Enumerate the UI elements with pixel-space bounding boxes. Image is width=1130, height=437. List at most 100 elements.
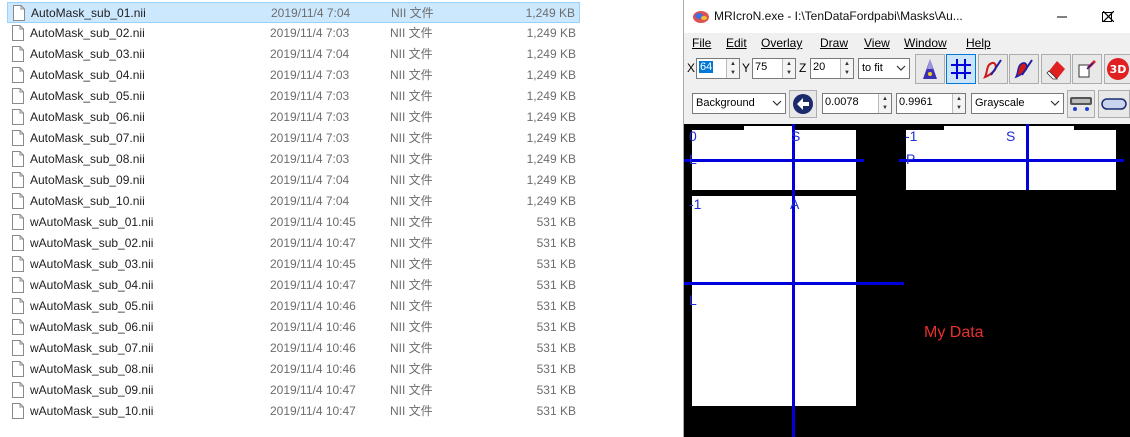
file-row[interactable]: AutoMask_sub_08.nii 2019/11/4 7:03 NII 文件 1… <box>7 149 580 170</box>
layer-select[interactable]: Background <box>692 93 786 114</box>
file-row[interactable]: wAutoMask_sub_06.nii 2019/11/4 10:46 NII 文… <box>7 317 580 338</box>
file-row[interactable]: wAutoMask_sub_03.nii 2019/11/4 10:45 NII 文… <box>7 254 580 275</box>
close-button[interactable] <box>1085 0 1130 33</box>
menu-view[interactable]: View <box>864 36 890 50</box>
menu-edit[interactable]: Edit <box>726 36 747 50</box>
min-intensity-input[interactable]: 0.0078 ▲ ▼ <box>822 93 892 114</box>
y-spin-arrows[interactable]: ▲ ▼ <box>782 59 795 78</box>
file-row[interactable]: AutoMask_sub_06.nii 2019/11/4 7:03 NII 文件 1… <box>7 107 580 128</box>
x-coordinate-value: 64 <box>699 61 714 73</box>
file-icon <box>12 361 24 377</box>
file-date: 2019/11/4 7:03 <box>270 89 350 103</box>
file-type: NII 文件 <box>390 320 433 334</box>
file-row[interactable]: AutoMask_sub_10.nii 2019/11/4 7:04 NII 文件 1… <box>7 191 580 212</box>
file-row[interactable]: wAutoMask_sub_08.nii 2019/11/4 10:46 NII 文… <box>7 359 580 380</box>
file-type: NII 文件 <box>390 110 433 124</box>
file-name: AutoMask_sub_06.nii <box>30 110 145 124</box>
spin-up-icon: ▲ <box>844 60 850 67</box>
file-row[interactable]: AutoMask_sub_04.nii 2019/11/4 7:03 NII 文件 1… <box>7 65 580 86</box>
file-row[interactable]: wAutoMask_sub_07.nii 2019/11/4 10:46 NII 文… <box>7 338 580 359</box>
file-icon <box>12 382 24 398</box>
file-size: 1,249 KB <box>526 89 576 103</box>
spin-up-icon: ▲ <box>882 95 888 102</box>
menu-overlay-label: Overlay <box>761 36 803 50</box>
file-row[interactable]: AutoMask_sub_01.nii 2019/11/4 7:04 NII 文件 1… <box>7 2 580 23</box>
file-name: AutoMask_sub_01.nii <box>31 6 146 20</box>
tool-crosshair[interactable] <box>946 54 976 84</box>
file-size: 1,249 KB <box>526 110 576 124</box>
previous-layer-button[interactable] <box>789 90 817 118</box>
file-date: 2019/11/4 7:04 <box>270 47 350 61</box>
spin-down-icon: ▼ <box>730 69 736 76</box>
spin-down-icon: ▼ <box>956 104 962 111</box>
tool-triangle-pen[interactable] <box>915 54 945 84</box>
coronal-left-label: 0 <box>689 128 697 144</box>
file-row[interactable]: AutoMask_sub_03.nii 2019/11/4 7:04 NII 文件 1… <box>7 44 580 65</box>
file-row[interactable]: wAutoMask_sub_01.nii 2019/11/4 10:45 NII 文… <box>7 212 580 233</box>
menu-window[interactable]: Window <box>904 36 947 50</box>
file-row[interactable]: wAutoMask_sub_10.nii 2019/11/4 10:47 NII 文… <box>7 401 580 422</box>
sagittal-left-label: -1 <box>905 128 918 144</box>
file-size: 531 KB <box>536 320 576 334</box>
max-intensity-input[interactable]: 0.9961 ▲ ▼ <box>896 93 966 114</box>
menu-help[interactable]: Help <box>966 36 991 50</box>
tool-pen-blue[interactable] <box>1009 54 1039 84</box>
close-icon <box>1102 11 1114 22</box>
y-coordinate-input[interactable]: 75 ▲ ▼ <box>752 58 796 79</box>
file-icon <box>12 319 24 335</box>
file-date: 2019/11/4 10:46 <box>270 362 356 376</box>
file-date: 2019/11/4 7:03 <box>270 68 350 82</box>
z-coordinate-value: 20 <box>813 61 826 73</box>
tool-fill[interactable] <box>1072 54 1102 84</box>
file-icon <box>12 130 24 146</box>
file-icon <box>12 214 24 230</box>
file-row[interactable]: AutoMask_sub_05.nii 2019/11/4 7:03 NII 文件 1… <box>7 86 580 107</box>
spin-down-icon: ▼ <box>844 69 850 76</box>
file-row[interactable]: AutoMask_sub_07.nii 2019/11/4 7:03 NII 文件 1… <box>7 128 580 149</box>
file-size: 531 KB <box>536 383 576 397</box>
file-date: 2019/11/4 7:03 <box>270 152 350 166</box>
colormap-select[interactable]: Grayscale <box>971 93 1064 114</box>
z-spin-arrows[interactable]: ▲ ▼ <box>840 59 853 78</box>
file-row[interactable]: wAutoMask_sub_05.nii 2019/11/4 10:46 NII 文… <box>7 296 580 317</box>
image-viewer[interactable]: 0 S L -1 S P -1 A L My Data <box>684 124 1130 437</box>
file-type: NII 文件 <box>390 341 433 355</box>
file-row[interactable]: AutoMask_sub_02.nii 2019/11/4 7:03 NII 文件 1… <box>7 23 580 44</box>
min-spin-arrows[interactable]: ▲ ▼ <box>878 94 891 113</box>
tool-pen-red[interactable] <box>978 54 1008 84</box>
file-name: AutoMask_sub_03.nii <box>30 47 145 61</box>
tool-eraser[interactable] <box>1041 54 1071 84</box>
file-row[interactable]: wAutoMask_sub_02.nii 2019/11/4 10:47 NII 文… <box>7 233 580 254</box>
zoom-value: to fit <box>862 62 883 74</box>
tool-3d-render[interactable]: 3D <box>1104 54 1130 84</box>
file-name: wAutoMask_sub_01.nii <box>30 215 154 229</box>
axial-slice[interactable] <box>692 196 856 406</box>
file-name: AutoMask_sub_04.nii <box>30 68 145 82</box>
menu-overlay[interactable]: Overlay <box>761 36 802 50</box>
file-type: NII 文件 <box>390 299 433 313</box>
axial-left-label: -1 <box>689 196 702 212</box>
x-spin-arrows[interactable]: ▲ ▼ <box>726 59 739 78</box>
file-explorer: AutoMask_sub_01.nii 2019/11/4 7:04 NII 文件 1… <box>0 0 680 437</box>
menu-draw[interactable]: Draw <box>820 36 848 50</box>
zoom-select[interactable]: to fit <box>858 58 910 79</box>
coordinate-toolbar: X 64 ▲ ▼ Y 75 ▲ ▼ Z 20 ▲ ▼ to fit 3D <box>684 54 1130 84</box>
3d-label: 3D <box>1110 63 1127 76</box>
file-date: 2019/11/4 10:46 <box>270 341 356 355</box>
file-row[interactable]: AutoMask_sub_09.nii 2019/11/4 7:04 NII 文件 1… <box>7 170 580 191</box>
file-icon <box>12 256 24 272</box>
menu-file[interactable]: File <box>692 36 711 50</box>
colorbar-settings-button[interactable] <box>1067 90 1095 118</box>
file-row[interactable]: wAutoMask_sub_04.nii 2019/11/4 10:47 NII 文… <box>7 275 580 296</box>
max-spin-arrows[interactable]: ▲ ▼ <box>952 94 965 113</box>
x-coordinate-input[interactable]: 64 ▲ ▼ <box>696 58 740 79</box>
min-intensity-value: 0.0078 <box>825 96 859 108</box>
file-type: NII 文件 <box>390 215 433 229</box>
file-row[interactable]: wAutoMask_sub_09.nii 2019/11/4 10:47 NII 文… <box>7 380 580 401</box>
slider-button[interactable] <box>1098 90 1130 118</box>
menu-edit-label: Edit <box>726 36 747 50</box>
title-bar[interactable]: MRIcroN.exe - I:\TenDataFordpabi\Masks\A… <box>684 0 1130 33</box>
eraser-icon <box>1046 61 1065 80</box>
annotation-text: My Data <box>924 324 984 341</box>
z-coordinate-input[interactable]: 20 ▲ ▼ <box>810 58 854 79</box>
